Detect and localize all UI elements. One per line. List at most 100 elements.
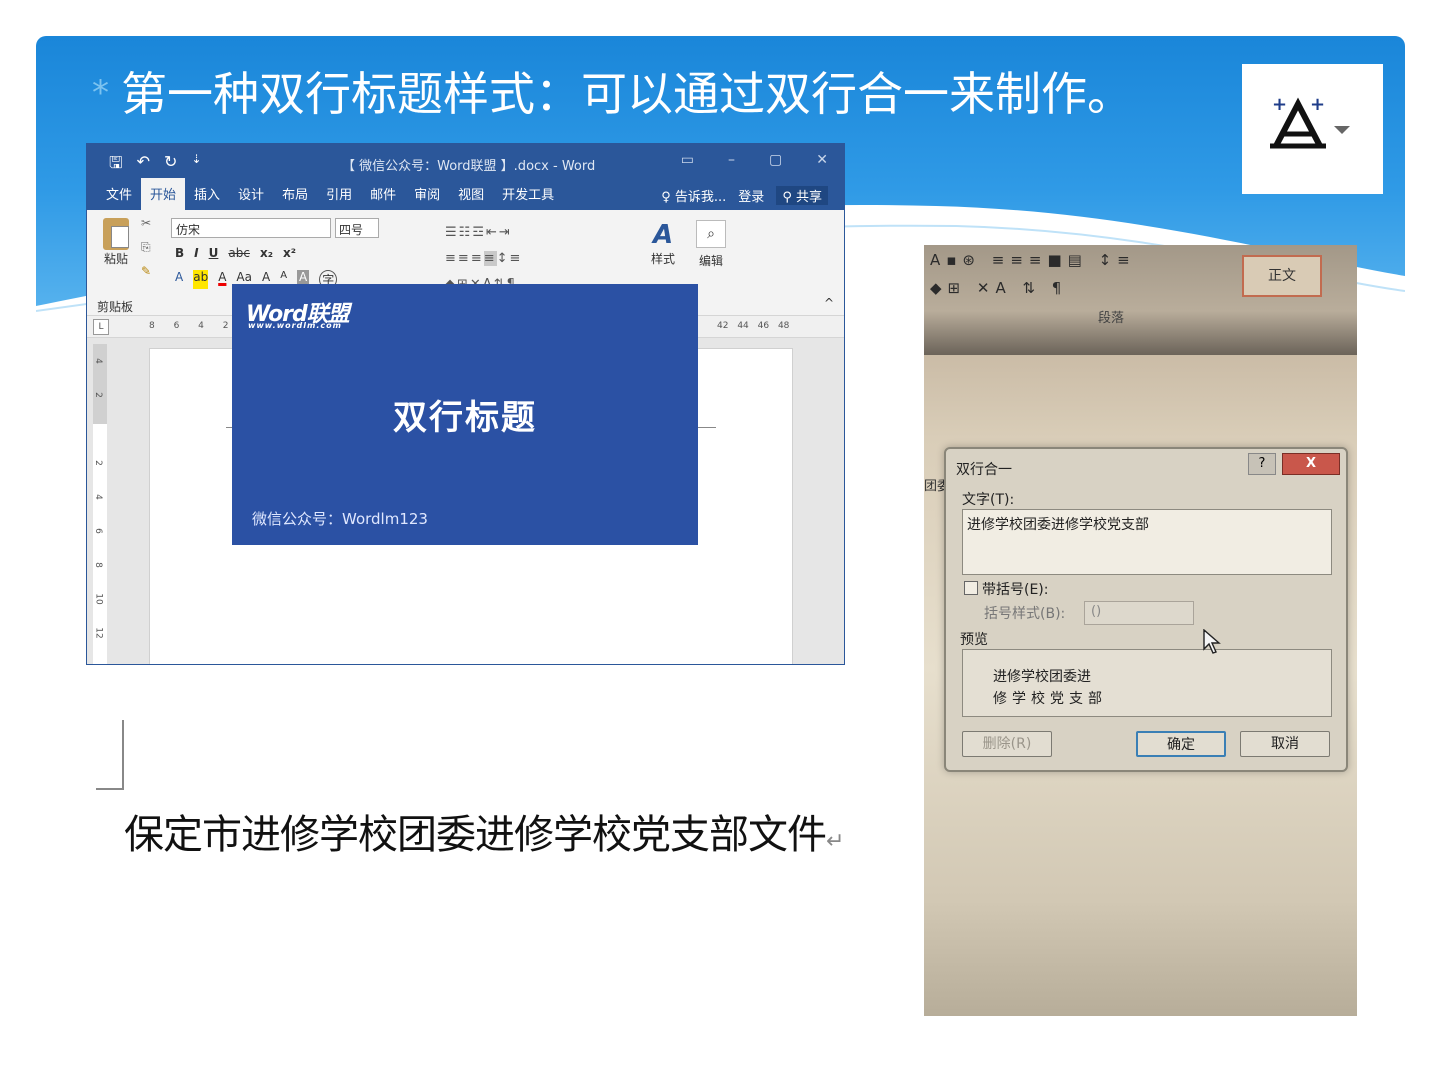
double-line-combine-icon: + + [1270,96,1350,149]
redo-icon[interactable]: ↻ [164,152,177,179]
undo-icon[interactable]: ↶ [137,152,150,179]
close-icon[interactable]: ✕ [816,152,828,168]
help-button[interactable]: ? [1248,453,1276,475]
tab-references[interactable]: 引用 [317,178,361,210]
paste-button[interactable]: 粘贴 [99,218,133,267]
tab-view[interactable]: 视图 [449,178,493,210]
styles-button[interactable]: A 样式 [645,220,681,267]
highlight-button[interactable]: ab [193,270,209,289]
font-name-select[interactable]: 仿宋 [171,218,331,238]
italic-button[interactable]: I [194,246,198,260]
cut-icon[interactable]: ✂ [141,216,151,230]
photo-style-normal: 正文 [1242,255,1322,297]
svg-text:+: + [1272,96,1287,115]
close-button[interactable]: X [1282,453,1340,475]
bracket-label: 带括号(E): [982,582,1049,598]
ribbon-display-icon[interactable]: ▭ [681,152,694,168]
bracket-checkbox[interactable] [964,581,978,595]
line-spacing-icon[interactable]: ↕≡ [497,251,523,266]
double-line-combine-dialog: 双行合一 ? X 文字(T): 进修学校团委进修学校党支部 带括号(E): 括号… [944,447,1348,772]
editing-label: 编辑 [698,254,723,268]
word-titlebar: 🖫 ↶ ↻ ⇣ 【 微信公众号：Word联盟 】.docx - Word ▭ –… [87,144,844,180]
preview-box: 进修学校团委进 修学校党支部 [962,649,1332,717]
multilevel-icon[interactable]: ☲ [472,225,486,240]
tab-insert[interactable]: 插入 [185,178,229,210]
svg-text:+: + [1310,96,1325,115]
text-input[interactable]: 进修学校团委进修学校党支部 [962,509,1332,575]
document-title: 【 微信公众号：Word联盟 】.docx - Word [342,159,596,174]
vruler-mark: 12 [93,627,104,639]
window-controls: ▭ – ▢ ✕ [681,152,828,168]
bold-button[interactable]: B [175,246,184,260]
vruler-mark: 4 [92,494,103,500]
bullets-icon[interactable]: ☰ [445,225,459,240]
wordlm-logo-url: www.wordlm.com [248,321,342,330]
vruler-mark: 4 [92,358,103,364]
slide-title-text: 第一种双行标题样式：可以通过双行合一来制作。 [121,67,1133,121]
customize-icon[interactable]: ⇣ [191,152,201,179]
tab-file[interactable]: 文件 [97,178,141,210]
indent-icon[interactable]: ⇤⇥ [486,225,512,240]
underline-button[interactable]: U [209,246,219,260]
search-icon: ⌕ [696,220,726,248]
format-painter-icon[interactable]: ✎ [141,264,151,278]
clipboard-icon [103,218,129,250]
photo-paragraph-label: 段落 [1098,311,1125,326]
document-text-line[interactable]: 保定市进修学校团委进修学校党支部文件↵ [124,802,844,860]
share-button[interactable]: ⚲ 共享 [776,186,828,205]
cancel-button[interactable]: 取消 [1240,731,1330,757]
font-color-button[interactable]: A [218,270,226,289]
font-size-select[interactable]: 四号 [335,218,379,238]
save-icon[interactable]: 🖫 [109,152,123,179]
text-effects-button[interactable]: A [175,270,183,289]
photo-ribbon-icons: A▪⊛ ≡≡≡■▤ ↕≡ [930,251,1136,269]
collapse-ribbon-icon[interactable]: ^ [824,296,834,310]
login-link[interactable]: 登录 [738,186,764,205]
photo-ribbon-icons-row2: ◆⊞ ✕A ⇅ ¶ [930,279,1068,297]
tab-design[interactable]: 设计 [229,178,273,210]
vruler-mark: 2 [92,460,103,466]
delete-button[interactable]: 删除(R) [962,731,1052,757]
maximize-icon[interactable]: ▢ [769,152,782,168]
tell-me-box[interactable]: ♀ 告诉我... [661,186,726,205]
align-center-icon[interactable]: ≡ [458,251,471,266]
mouse-pointer-icon [1203,629,1221,654]
superscript-button[interactable]: x² [283,246,296,260]
ok-button[interactable]: 确定 [1136,731,1226,757]
numbering-icon[interactable]: ☷ [459,225,473,240]
tab-developer[interactable]: 开发工具 [493,178,563,210]
tab-mailings[interactable]: 邮件 [361,178,405,210]
preview-label: 预览 [960,632,988,648]
font-format-row: B I U abc x₂ x² [175,246,296,260]
copy-icon[interactable]: ⎘ [141,240,151,255]
subscript-button[interactable]: x₂ [260,246,273,260]
align-left-icon[interactable]: ≡ [445,251,458,266]
strikethrough-button[interactable]: abc [228,246,250,260]
tab-selector[interactable]: L [93,319,109,335]
wordlm-card-title: 双行标题 [393,398,537,438]
tab-review[interactable]: 审阅 [405,178,449,210]
minimize-icon[interactable]: – [728,152,735,168]
ribbon-tabs-right: ♀ 告诉我... 登录 ⚲ 共享 [661,186,828,205]
bracket-style-label: 括号样式(B): [984,606,1066,622]
dialog-title: 双行合一 [956,462,1012,478]
tab-home[interactable]: 开始 [141,178,186,210]
align-right-icon[interactable]: ≡ [471,251,484,266]
ruler-right-numbers: 42 44 46 48 [717,321,790,331]
quick-access-toolbar: 🖫 ↶ ↻ ⇣ [109,152,202,179]
vruler-mark: 10 [93,593,104,605]
double-line-combine-icon-card: + + [1242,64,1383,194]
vertical-ruler-margin [93,344,107,424]
text-label: 文字(T): [962,492,1015,508]
tab-layout[interactable]: 布局 [273,178,317,210]
bracket-style-select[interactable]: () [1084,601,1194,625]
share-label: 共享 [795,190,822,205]
vruler-mark: 6 [92,528,103,534]
crop-mark-horizontal [96,788,124,790]
justify-icon[interactable]: ≡ [483,251,497,266]
wordlm-card-footer: 微信公众号：Wordlm123 [252,510,428,528]
wordlm-title-card: Word联盟 www.wordlm.com 双行标题 微信公众号：Wordlm1… [232,284,698,545]
photo-ribbon-strip: A▪⊛ ≡≡≡■▤ ↕≡ ◆⊞ ✕A ⇅ ¶ 段落 正文 [924,245,1357,355]
vruler-mark: 8 [92,562,103,568]
editing-button[interactable]: ⌕ 编辑 [693,220,729,269]
